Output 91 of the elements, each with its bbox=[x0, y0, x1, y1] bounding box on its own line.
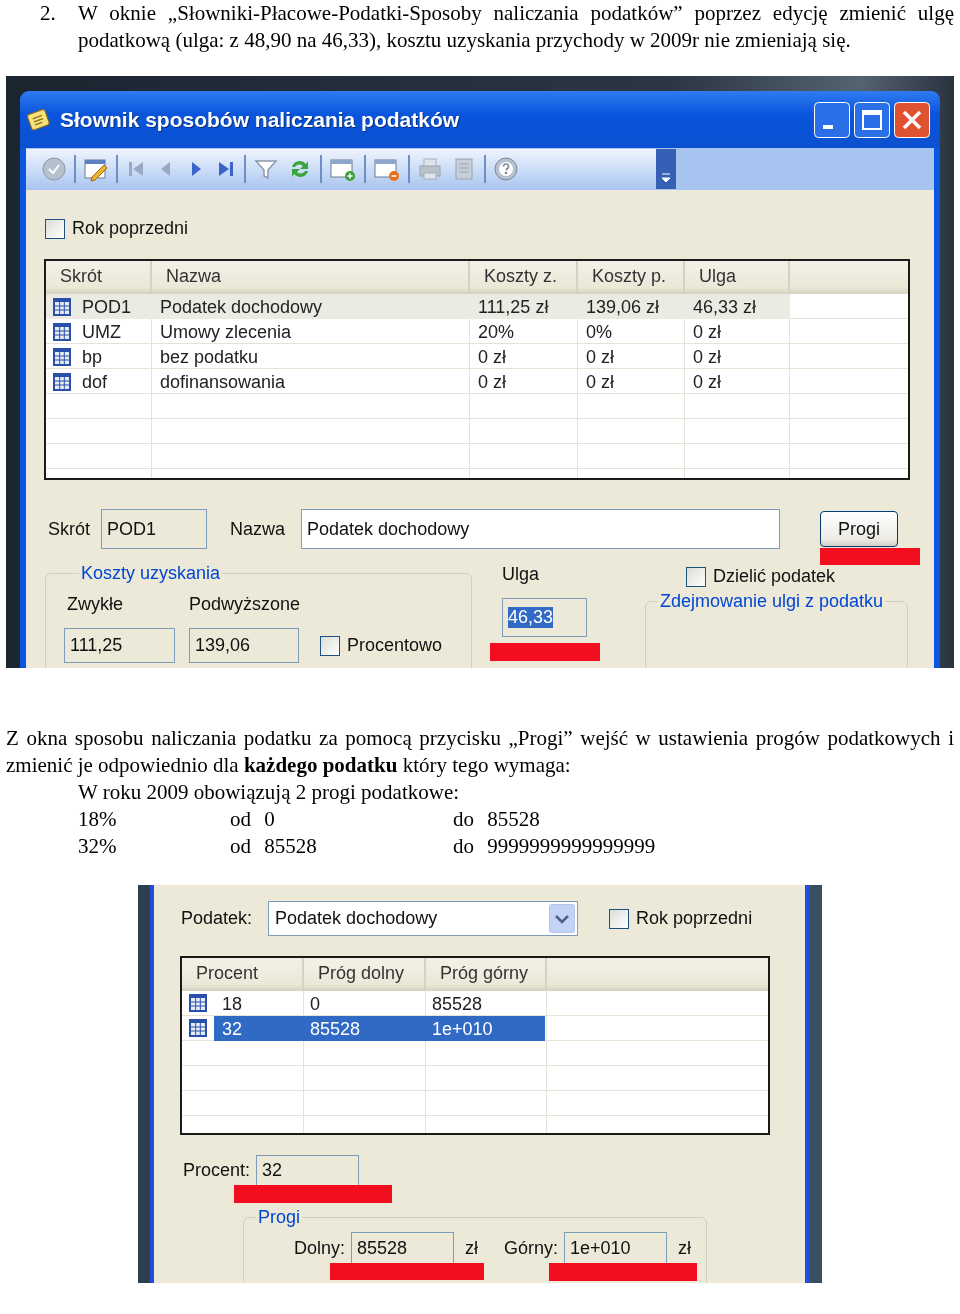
overflow-icon[interactable] bbox=[656, 149, 676, 189]
grid-icon bbox=[188, 993, 208, 1013]
field-label: Dolny: bbox=[294, 1237, 346, 1259]
grid-icon bbox=[188, 1018, 208, 1038]
table-cell: bp bbox=[82, 346, 103, 368]
list-number: 2. bbox=[40, 0, 57, 27]
checkbox-label: Rok poprzedni bbox=[636, 908, 753, 929]
table-cell: 1e+010 bbox=[432, 1018, 493, 1040]
field-label: Nazwa bbox=[230, 518, 286, 540]
checkbox[interactable] bbox=[686, 566, 706, 587]
maximize-button[interactable] bbox=[854, 101, 890, 138]
field-label: Skrót bbox=[48, 518, 90, 540]
paragraph: Z okna sposobu naliczania podatku za pomocą przycisku „Progi” wejść w ustawienia progów podatkowych i zmienić je odpowiednio dla każdego podatku który tego wymaga: bbox=[6, 725, 954, 779]
table-cell: 111,25 zł bbox=[478, 296, 549, 318]
table-cell: Podatek dochodowy bbox=[160, 296, 323, 318]
table-cell: 0 zł bbox=[478, 346, 506, 368]
table-cell: POD1 bbox=[82, 296, 132, 318]
range-text: od 0 bbox=[230, 806, 276, 833]
table-cell: dof bbox=[82, 371, 108, 393]
rate-text: 32% bbox=[78, 833, 118, 860]
table-cell: 20% bbox=[478, 321, 515, 343]
table-cell: 32 bbox=[222, 1018, 243, 1040]
confirm-icon[interactable] bbox=[40, 155, 68, 183]
table-cell: 0 bbox=[310, 993, 320, 1015]
table-row[interactable]: 32 85528 1e+010 bbox=[214, 1016, 545, 1041]
column-header[interactable]: Próg górny bbox=[426, 958, 547, 991]
dropdown-field[interactable]: Podatek dochodowy bbox=[268, 901, 579, 936]
checkbox[interactable] bbox=[45, 218, 65, 239]
table-cell: 0% bbox=[586, 321, 612, 343]
grid-icon bbox=[52, 372, 72, 392]
table-row[interactable]: 18 0 85528 bbox=[214, 991, 545, 1016]
field-label: Podatek: bbox=[181, 908, 253, 929]
instruction-text: W oknie „Słowniki-Płacowe-Podatki-Sposoby naliczania podatków” poprzez edycję zmienić ulgę podatkową (ulga: z 48,90 na 46,33), kosztu uzyskania przychody w 2009r nie zmieniają się. bbox=[78, 0, 954, 54]
checkbox-label: Dzielić podatek bbox=[713, 566, 836, 587]
input-field[interactable]: Podatek dochodowy bbox=[301, 509, 781, 549]
input-field[interactable]: 85528 bbox=[351, 1232, 455, 1264]
table-cell: dofinansowania bbox=[160, 371, 286, 393]
table-cell: 85528 bbox=[432, 993, 483, 1015]
group-label: Progi bbox=[257, 1207, 302, 1228]
table-cell: 0 zł bbox=[693, 346, 721, 368]
checkbox-label: Rok poprzedni bbox=[72, 218, 189, 239]
table-cell: 46,33 zł bbox=[693, 296, 757, 318]
group-label: Koszty uzyskania bbox=[80, 563, 222, 584]
input-field[interactable]: 111,25 bbox=[64, 628, 175, 663]
input-field[interactable]: 1e+010 bbox=[564, 1232, 668, 1264]
table-cell: Umowy zlecenia bbox=[160, 321, 292, 343]
range-text: do 9999999999999999 bbox=[453, 833, 656, 860]
input-field[interactable]: 46,33 bbox=[502, 598, 587, 637]
dropdown-button[interactable] bbox=[549, 904, 576, 933]
table-cell: 0 zł bbox=[693, 321, 721, 343]
field-label: Zwykłe bbox=[67, 594, 123, 615]
input-field[interactable]: POD1 bbox=[101, 509, 207, 549]
table-row[interactable]: bp bez podatku 0 zł 0 zł 0 zł bbox=[46, 344, 790, 369]
checkbox-label: Procentowo bbox=[347, 635, 443, 656]
table-row[interactable]: POD1 Podatek dochodowy 111,25 zł 139,06 zł 46,33 zł bbox=[46, 294, 790, 319]
close-button[interactable] bbox=[894, 101, 930, 138]
help-icon[interactable] bbox=[492, 155, 520, 183]
range-text: do 85528 bbox=[453, 806, 540, 833]
range-text: od 85528 bbox=[230, 833, 318, 860]
unit-label: zł bbox=[465, 1237, 479, 1259]
table-row[interactable]: dof dofinansowania 0 zł 0 zł 0 zł bbox=[46, 369, 790, 394]
input-field[interactable]: 139,06 bbox=[189, 628, 299, 663]
table-cell: 0 zł bbox=[693, 371, 721, 393]
table-cell: 0 zł bbox=[478, 371, 506, 393]
progi-button[interactable]: Progi bbox=[820, 511, 899, 547]
window-title: Słownik sposobów naliczania podatków bbox=[60, 107, 460, 132]
table-cell: 85528 bbox=[310, 1018, 361, 1040]
grid-icon bbox=[52, 322, 72, 342]
unit-label: zł bbox=[678, 1237, 692, 1259]
input-field[interactable]: 32 bbox=[256, 1155, 360, 1186]
group-label: Zdejmowanie ulgi z podatku bbox=[659, 591, 885, 612]
field-label: Procent: bbox=[183, 1160, 251, 1181]
column-header[interactable]: Próg dolny bbox=[304, 958, 426, 991]
grid-icon bbox=[52, 297, 72, 317]
field-label: Podwyższone bbox=[189, 594, 301, 615]
field-label: Górny: bbox=[504, 1237, 559, 1259]
table-cell: 0 zł bbox=[586, 346, 614, 368]
grid-icon bbox=[52, 347, 72, 367]
checkbox[interactable] bbox=[609, 908, 630, 929]
table-cell: 18 bbox=[222, 993, 243, 1015]
checkbox[interactable] bbox=[320, 635, 340, 656]
table-row[interactable]: UMZ Umowy zlecenia 20% 0% 0 zł bbox=[46, 319, 790, 344]
table-cell: 0 zł bbox=[586, 371, 614, 393]
table-cell: bez podatku bbox=[160, 346, 259, 368]
table-cell: 139,06 zł bbox=[586, 296, 660, 318]
table-cell: UMZ bbox=[82, 321, 121, 343]
paragraph: W roku 2009 obowiązują 2 progi podatkowe: bbox=[78, 779, 461, 806]
rate-text: 18% bbox=[78, 806, 118, 833]
column-header[interactable]: Procent bbox=[182, 958, 304, 991]
minimize-button[interactable] bbox=[814, 101, 850, 138]
field-label: Ulga bbox=[502, 564, 541, 585]
